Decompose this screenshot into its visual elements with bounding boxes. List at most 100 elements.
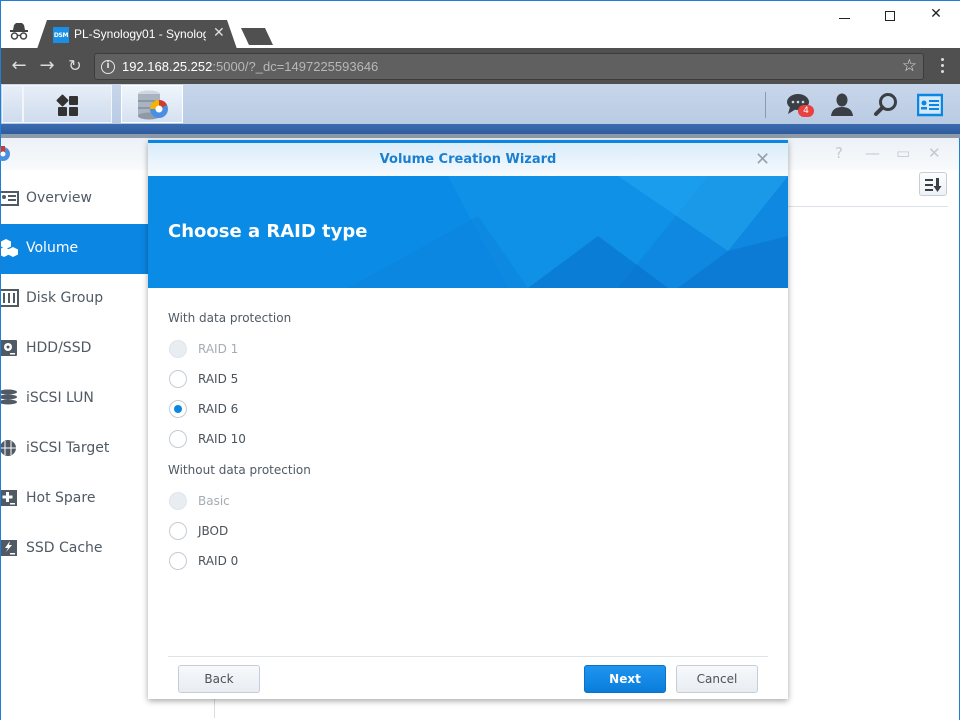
browser-menu-icon[interactable]: [937, 56, 947, 76]
search-icon: [874, 93, 897, 116]
radio-label: RAID 6: [198, 402, 239, 416]
sidebar-item-label: Volume: [26, 240, 79, 256]
desktop-strip: [1, 124, 960, 138]
wizard-close-icon[interactable]: ✕: [755, 149, 770, 170]
search-button[interactable]: [873, 92, 899, 118]
show-desktop-button[interactable]: [2, 85, 23, 123]
window-close-button[interactable]: ✕: [913, 6, 959, 22]
sidebar-item-hdd-ssd[interactable]: HDD/SSD: [1, 324, 148, 374]
sidebar-item-label: Disk Group: [26, 290, 104, 306]
radio-button[interactable]: [169, 492, 187, 510]
radio-jbod[interactable]: JBOD: [169, 521, 369, 541]
hdd-icon: [1, 340, 17, 356]
window-maximize-button[interactable]: [867, 6, 913, 25]
sidebar-item-iscsi-target[interactable]: iSCSI Target: [1, 424, 148, 474]
url-host: 192.168.25.252: [122, 59, 213, 74]
radio-label: Basic: [198, 494, 230, 508]
user-button[interactable]: [829, 92, 855, 118]
address-bar[interactable]: i 192.168.25.252:5000/?_dc=1497225593646…: [94, 53, 924, 80]
radio-label: RAID 5: [198, 372, 239, 386]
widgets-icon: [916, 93, 944, 117]
incognito-icon: [10, 23, 28, 40]
next-button[interactable]: Next: [584, 665, 666, 693]
radio-button-checked[interactable]: [169, 400, 187, 418]
overview-icon: [1, 191, 19, 206]
iscsi-lun-icon: [1, 389, 17, 405]
sidebar: Overview Volume Disk Group HDD/SSD iSCSI…: [1, 174, 148, 720]
sidebar-item-disk-group[interactable]: Disk Group: [1, 274, 148, 324]
notification-badge: 4: [798, 105, 814, 117]
site-info-icon[interactable]: i: [101, 60, 115, 74]
sidebar-item-label: iSCSI LUN: [26, 390, 94, 406]
main-menu-button[interactable]: [23, 85, 112, 123]
app-minimize-button[interactable]: —: [865, 144, 880, 162]
notifications-button[interactable]: 4: [786, 92, 814, 118]
radio-raid-1[interactable]: RAID 1: [169, 339, 369, 359]
bookmark-star-icon[interactable]: ☆: [902, 56, 917, 76]
iscsi-target-icon: [1, 440, 16, 456]
sidebar-item-label: SSD Cache: [26, 540, 103, 556]
sidebar-item-overview[interactable]: Overview: [1, 174, 148, 224]
radio-label: RAID 1: [198, 342, 239, 356]
ssd-cache-icon: [1, 540, 17, 556]
wizard-header[interactable]: Volume Creation Wizard ✕: [148, 143, 788, 176]
storage-manager-taskbar-button[interactable]: [121, 85, 183, 123]
group-label-with-protection: With data protection: [168, 311, 292, 325]
sidebar-item-iscsi-lun[interactable]: iSCSI LUN: [1, 374, 148, 424]
window-minimize-button[interactable]: [821, 6, 867, 22]
app-close-button[interactable]: ✕: [928, 144, 941, 162]
radio-button[interactable]: [169, 340, 187, 358]
widgets-button[interactable]: [916, 92, 944, 118]
radio-label: JBOD: [198, 524, 229, 538]
sidebar-item-hot-spare[interactable]: Hot Spare: [1, 474, 148, 524]
wizard-title: Volume Creation Wizard: [379, 152, 557, 167]
wizard-banner: Choose a RAID type: [148, 176, 788, 288]
tab-close-icon[interactable]: ✕: [213, 25, 225, 41]
browser-tab[interactable]: DSM PL-Synology01 - Synology DiskStation…: [37, 20, 237, 49]
new-tab-button[interactable]: [241, 28, 273, 45]
radio-button[interactable]: [169, 370, 187, 388]
group-label-without-protection: Without data protection: [168, 463, 311, 477]
dsm-favicon-icon: DSM: [53, 27, 69, 43]
app-maximize-button[interactable]: ▭: [896, 144, 910, 162]
sidebar-item-label: Overview: [26, 190, 92, 206]
sidebar-item-label: iSCSI Target: [26, 440, 110, 456]
radio-button[interactable]: [169, 430, 187, 448]
radio-raid-6[interactable]: RAID 6: [169, 399, 369, 419]
radio-raid-0[interactable]: RAID 0: [169, 551, 369, 571]
volume-icon: [1, 239, 18, 257]
minimize-icon: [838, 17, 850, 19]
wizard-step-heading: Choose a RAID type: [168, 221, 368, 242]
main-menu-icon: [56, 94, 79, 117]
volume-creation-wizard: Volume Creation Wizard ✕ Choose a RAID t…: [148, 140, 788, 699]
tray-divider: [765, 92, 766, 118]
storage-manager-icon: [138, 90, 168, 120]
browser-toolbar: ← → ↻ i 192.168.25.252:5000/?_dc=1497225…: [1, 48, 960, 84]
back-button[interactable]: Back: [178, 665, 260, 693]
browser-titlebar: DSM PL-Synology01 - Synology DiskStation…: [1, 0, 960, 49]
sidebar-item-volume[interactable]: Volume: [1, 224, 148, 274]
forward-arrow-icon[interactable]: →: [36, 55, 58, 77]
reload-icon[interactable]: ↻: [64, 55, 86, 77]
sidebar-item-label: HDD/SSD: [26, 340, 92, 356]
cancel-button[interactable]: Cancel: [676, 665, 758, 693]
hot-spare-icon: [1, 490, 17, 506]
footer-divider: [168, 656, 768, 657]
url-text[interactable]: 192.168.25.252:5000/?_dc=1497225593646: [122, 59, 378, 74]
radio-raid-10[interactable]: RAID 10: [169, 429, 369, 449]
app-help-button[interactable]: ?: [835, 144, 843, 162]
sort-button[interactable]: [919, 172, 947, 196]
tab-title: PL-Synology01 - Synology DiskStation: [74, 27, 206, 41]
radio-button[interactable]: [169, 552, 187, 570]
user-icon: [831, 93, 853, 116]
radio-raid-5[interactable]: RAID 5: [169, 369, 369, 389]
sidebar-item-ssd-cache[interactable]: SSD Cache: [1, 524, 148, 574]
back-arrow-icon[interactable]: ←: [8, 55, 30, 77]
disk-group-icon: [1, 289, 19, 307]
content-divider: [788, 206, 948, 207]
radio-button[interactable]: [169, 522, 187, 540]
sort-icon: [925, 178, 942, 192]
radio-label: RAID 0: [198, 554, 239, 568]
storage-manager-app-icon: [0, 146, 10, 161]
radio-basic[interactable]: Basic: [169, 491, 369, 511]
